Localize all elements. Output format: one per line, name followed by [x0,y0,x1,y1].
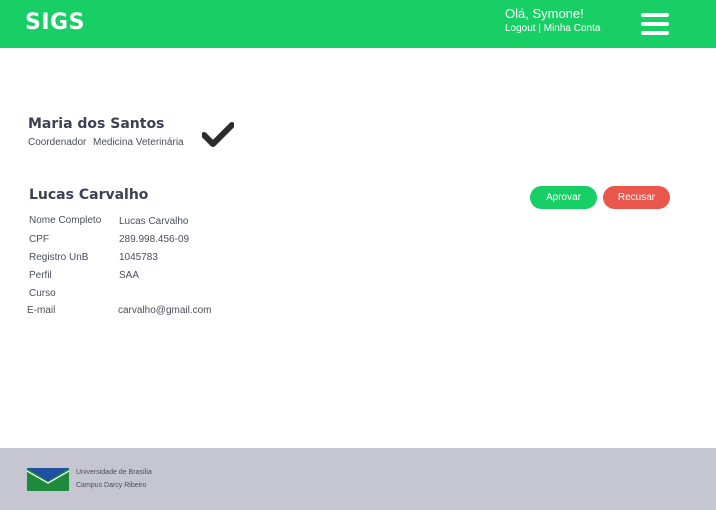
campus-name: Campus Darcy Ribeiro [76,482,147,489]
field-value-full-name: Lucas Carvalho [119,216,189,227]
page-footer [0,448,716,510]
field-label-course: Curso [29,288,56,299]
university-name: Universidade de Brasília [76,469,152,476]
field-label-registration: Registro UnB [29,252,89,263]
my-account-link[interactable]: Minha Conta [544,23,601,34]
field-value-email: carvalho@gmail.com [118,305,212,316]
field-value-cpf: 289.998.456-09 [119,234,190,245]
unb-logo-icon [27,468,69,491]
account-links: Logout | Minha Conta [505,23,600,34]
current-user-course: Medicina Veterinária [93,137,184,148]
field-label-cpf: CPF [29,234,49,245]
greeting-text: Olá, Symone! [505,6,584,21]
refuse-button[interactable]: Recusar [603,186,670,209]
app-logo[interactable]: SIGS [25,10,85,35]
logout-link[interactable]: Logout [505,23,536,34]
top-header: SIGS Olá, Symone! Logout | Minha Conta [0,0,716,48]
field-value-registration: 1045783 [119,252,158,263]
checkmark-icon [202,122,234,147]
field-label-email: E-mail [27,305,56,316]
current-user-name: Maria dos Santos [28,116,165,132]
field-value-profile: SAA [119,270,140,281]
link-separator: | [535,23,544,34]
field-label-profile: Perfil [29,270,52,281]
request-user-name: Lucas Carvalho [29,187,149,203]
hamburger-menu-icon[interactable] [640,12,670,36]
field-label-full-name: Nome Completo [29,215,102,226]
current-user-role: Coordenador [28,137,87,148]
approve-button[interactable]: Aprovar [530,186,597,209]
